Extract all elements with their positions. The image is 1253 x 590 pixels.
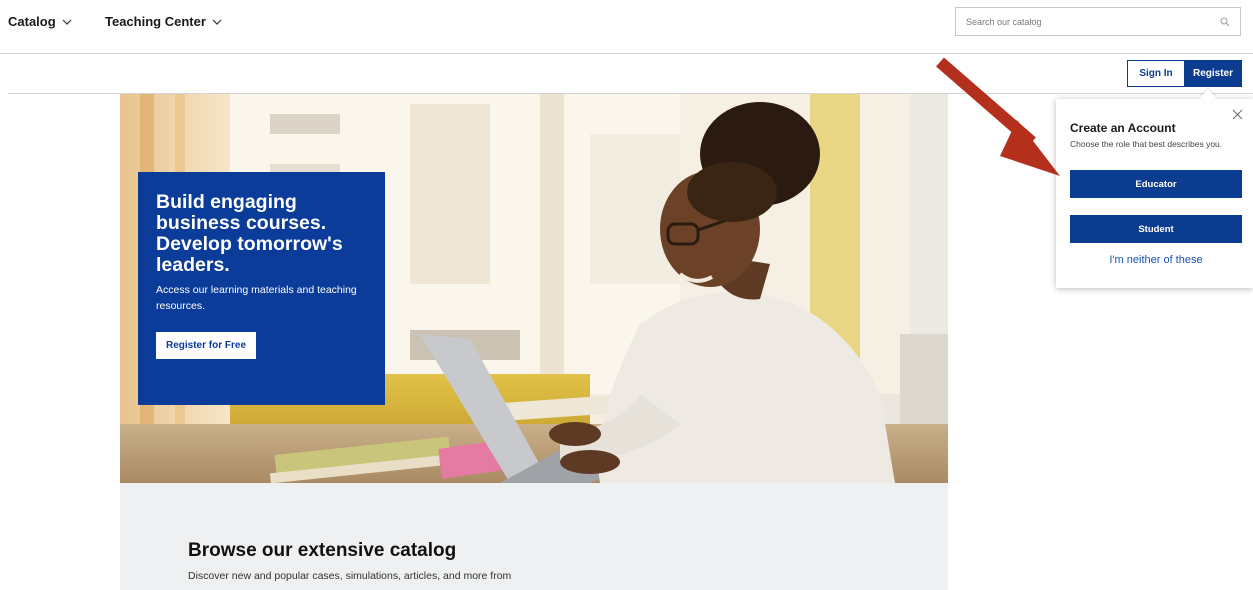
nav-catalog-label: Catalog [8,14,56,29]
register-for-free-button[interactable]: Register for Free [156,332,257,359]
neither-link[interactable]: I'm neither of these [1070,254,1242,266]
nav-teaching-center-label: Teaching Center [105,14,206,29]
educator-button[interactable]: Educator [1070,170,1242,198]
hero-promo-card: Build engaging business courses. Develop… [138,172,385,405]
browse-section: Browse our extensive catalog Discover ne… [120,483,948,590]
browse-title: Browse our extensive catalog [188,540,457,561]
student-button[interactable]: Student [1070,215,1242,243]
search-icon[interactable] [1220,17,1230,27]
popover-title: Create an Account [1070,121,1176,135]
search-input[interactable] [966,16,1220,27]
account-bar: Sign In Register [8,54,1253,94]
hero-body: Access our learning materials and teachi… [156,284,357,312]
nav-teaching-center[interactable]: Teaching Center [105,14,222,29]
close-icon[interactable] [1232,109,1243,120]
search-box [955,7,1241,36]
chevron-down-icon [212,19,222,25]
top-navigation: Catalog Teaching Center [0,0,1253,54]
create-account-popover: Create an Account Choose the role that b… [1056,89,1253,288]
chevron-down-icon [62,19,72,25]
hero-headline: Build engaging business courses. Develop… [156,191,343,276]
popover-subtitle: Choose the role that best describes you. [1070,139,1223,149]
browse-body: Discover new and popular cases, simulati… [188,570,512,582]
register-button[interactable]: Register [1184,60,1242,87]
sign-in-button[interactable]: Sign In [1127,60,1185,87]
nav-catalog[interactable]: Catalog [8,14,72,29]
